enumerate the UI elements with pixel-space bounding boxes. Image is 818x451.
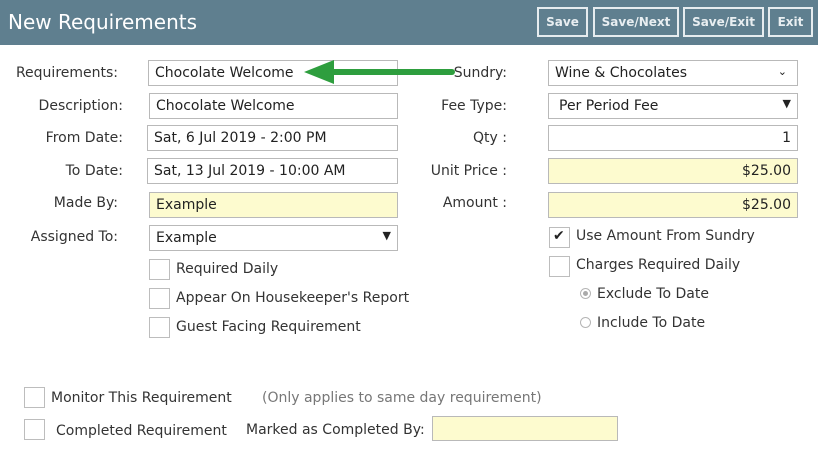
housekeeper-report-checkbox[interactable] bbox=[149, 288, 170, 309]
completed-requirement-checkbox[interactable] bbox=[24, 419, 45, 440]
required-daily-checkbox[interactable] bbox=[149, 259, 170, 280]
exclude-to-date-radio[interactable] bbox=[580, 288, 591, 299]
title-bar: New Requirements Save Save/Next Save/Exi… bbox=[0, 0, 818, 45]
chevron-down-icon: ⌄ bbox=[777, 65, 787, 78]
requirements-label: Requirements: bbox=[15, 65, 118, 81]
include-to-date-label: Include To Date bbox=[597, 315, 706, 331]
green-arrow-icon bbox=[304, 60, 455, 84]
made-by-label: Made By: bbox=[53, 195, 118, 211]
guest-facing-checkbox[interactable] bbox=[149, 317, 170, 338]
amount-input[interactable]: $25.00 bbox=[548, 192, 798, 218]
monitor-note: (Only applies to same day requirement) bbox=[262, 390, 542, 406]
exclude-to-date-label: Exclude To Date bbox=[597, 286, 709, 302]
sundry-label: Sundry: bbox=[453, 65, 507, 81]
completed-requirement-label: Completed Requirement bbox=[56, 423, 227, 439]
unit-price-input[interactable]: $25.00 bbox=[548, 158, 798, 184]
use-amount-from-sundry-checkbox[interactable] bbox=[549, 227, 570, 248]
fee-type-value: Per Period Fee bbox=[559, 98, 659, 114]
assigned-to-select[interactable]: Example ▼ bbox=[149, 225, 398, 251]
qty-label: Qty : bbox=[473, 130, 507, 146]
monitor-requirement-checkbox[interactable] bbox=[24, 387, 45, 408]
marked-completed-by-input[interactable] bbox=[432, 416, 618, 441]
marked-completed-by-label: Marked as Completed By: bbox=[246, 422, 425, 438]
charges-required-daily-checkbox[interactable] bbox=[549, 256, 570, 277]
from-date-label: From Date: bbox=[45, 130, 123, 146]
exit-button[interactable]: Exit bbox=[768, 7, 813, 37]
made-by-input[interactable]: Example bbox=[149, 192, 398, 218]
monitor-requirement-label: Monitor This Requirement bbox=[51, 390, 232, 406]
save-next-button[interactable]: Save/Next bbox=[593, 7, 679, 37]
description-label: Description: bbox=[38, 98, 123, 114]
housekeeper-report-label: Appear On Housekeeper's Report bbox=[176, 290, 410, 306]
assigned-to-label: Assigned To: bbox=[30, 229, 118, 245]
from-date-input[interactable]: Sat, 6 Jul 2019 - 2:00 PM bbox=[147, 125, 398, 151]
sundry-select[interactable]: Wine & Chocolates ⌄ bbox=[548, 60, 798, 86]
page-title: New Requirements bbox=[8, 10, 198, 34]
sundry-value: Wine & Chocolates bbox=[555, 65, 688, 81]
to-date-label: To Date: bbox=[65, 163, 123, 179]
guest-facing-label: Guest Facing Requirement bbox=[176, 319, 361, 335]
dropdown-triangle-icon: ▼ bbox=[782, 97, 791, 110]
required-daily-label: Required Daily bbox=[176, 261, 279, 277]
save-button[interactable]: Save bbox=[537, 7, 588, 37]
save-exit-button[interactable]: Save/Exit bbox=[683, 7, 764, 37]
qty-input[interactable]: 1 bbox=[548, 125, 798, 151]
dropdown-triangle-icon: ▼ bbox=[382, 229, 391, 242]
fee-type-select[interactable]: Per Period Fee ▼ bbox=[548, 93, 798, 119]
unit-price-label: Unit Price : bbox=[430, 163, 507, 179]
description-input[interactable]: Chocolate Welcome bbox=[149, 93, 398, 119]
amount-label: Amount : bbox=[442, 195, 507, 211]
to-date-input[interactable]: Sat, 13 Jul 2019 - 10:00 AM bbox=[147, 158, 398, 184]
use-amount-from-sundry-label: Use Amount From Sundry bbox=[576, 228, 755, 244]
fee-type-label: Fee Type: bbox=[441, 98, 507, 114]
include-to-date-radio[interactable] bbox=[580, 317, 591, 328]
charges-required-daily-label: Charges Required Daily bbox=[576, 257, 741, 273]
assigned-to-value: Example bbox=[156, 230, 217, 246]
